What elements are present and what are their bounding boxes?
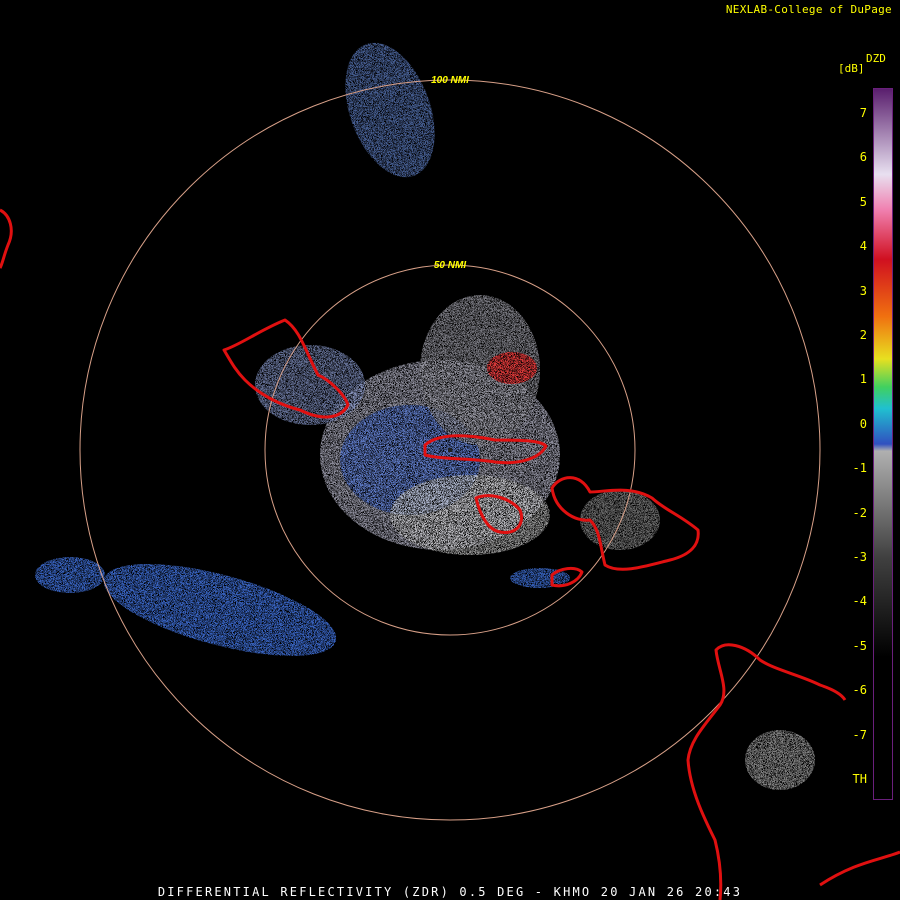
- echo-south-fan: [390, 475, 550, 555]
- legend-unit: [dB]: [838, 62, 865, 75]
- color-scale-tick: 4: [859, 239, 867, 254]
- color-scale-tick: -5: [852, 638, 867, 653]
- color-scale-tick: 0: [859, 416, 867, 431]
- color-scale-tick: -6: [852, 683, 867, 698]
- color-scale-bar: [873, 88, 893, 800]
- echo-northeast-red: [487, 352, 537, 384]
- color-scale-ticks: 7 6 5 4 3 2 1 0 -1 -2 -3 -4 -5 -6 -7 TH: [845, 88, 871, 800]
- color-scale-tick: 2: [859, 328, 867, 342]
- color-scale-tick: -7: [852, 727, 867, 742]
- color-scale-tick: 6: [859, 150, 867, 165]
- legend-product: DZD: [866, 52, 886, 65]
- radar-view[interactable]: 100 NMI 50 NMI NEXLAB-College of DuPage …: [0, 0, 900, 900]
- color-scale-tick: TH: [852, 772, 867, 786]
- radar-site: [448, 448, 452, 452]
- echo-southwest-band: [103, 564, 337, 656]
- echo-layer: [35, 42, 815, 790]
- credit-label: NEXLAB-College of DuPage: [725, 3, 892, 16]
- color-scale-tick: -2: [852, 505, 867, 520]
- color-scale-tick: -4: [852, 594, 867, 609]
- product-caption: DIFFERENTIAL REFLECTIVITY (ZDR) 0.5 DEG …: [157, 885, 743, 899]
- color-scale-tick: 1: [859, 372, 867, 387]
- island-kauai-edge: [0, 208, 13, 269]
- ring-label-50: 50 NMI: [434, 260, 466, 271]
- radar-map[interactable]: 100 NMI 50 NMI: [0, 0, 900, 900]
- ring-label-100: 100 NMI: [431, 75, 469, 86]
- color-scale-tick: 7: [859, 106, 867, 120]
- color-scale-tick: -1: [852, 461, 867, 476]
- color-scale-tick: 3: [859, 283, 867, 298]
- color-scale-tick: -3: [852, 550, 867, 564]
- echo-north-streak: [345, 42, 435, 178]
- echo-far-west: [35, 557, 105, 593]
- echo-southeast: [745, 730, 815, 790]
- color-scale-tick: 5: [859, 194, 867, 209]
